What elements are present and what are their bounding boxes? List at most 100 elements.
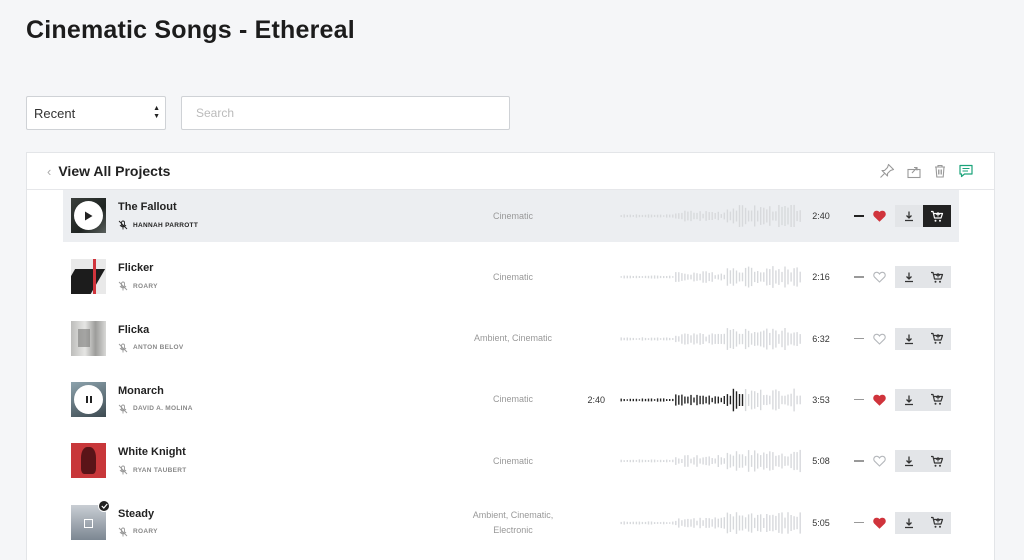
genre-tag[interactable]: Cinematic [493,272,533,282]
view-all-projects-link[interactable]: ‹ View All Projects [47,163,170,179]
play-icon [85,211,93,220]
track-row[interactable]: Flicka ANTON BELOV Ambient, Cinematic 6:32 [63,313,959,365]
track-row[interactable]: Monarch DAVID A. MOLINA Cinematic 2:40 3:53 [63,374,959,426]
track-artist[interactable]: DAVID A. MOLINA [118,404,193,414]
panel-header: ‹ View All Projects [27,153,994,190]
sort-dropdown[interactable]: Recent ▲ ▼ [26,96,166,130]
track-row[interactable]: Flicker ROARY Cinematic 2:16 [63,251,959,303]
heart-filled-icon[interactable] [873,210,886,222]
trash-icon[interactable] [932,163,948,179]
sort-dropdown-value: Recent [34,105,76,121]
genre-tag[interactable]: Ambient, Cinematic, [473,510,554,520]
album-art[interactable] [71,259,106,295]
download-icon [905,272,913,283]
artist-name: HANNAH PARROTT [133,221,199,229]
waveform[interactable] [620,388,802,412]
track-row[interactable]: The Fallout HANNAH PARROTT Cinematic 2:40 [63,190,959,242]
pause-button[interactable] [71,382,106,417]
track-title[interactable]: Flicka [118,324,149,336]
genre-list: Cinematic [453,190,573,242]
track-duration: 3:53 [812,394,830,405]
remove-from-project-button[interactable] [854,215,864,217]
download-button[interactable] [895,388,923,411]
genre-tag[interactable]: Electronic [493,525,533,535]
artist-name: RYAN TAUBERT [133,466,187,474]
track-artist[interactable]: RYAN TAUBERT [118,465,187,475]
track-artist[interactable]: ROARY [118,527,158,537]
waveform[interactable] [620,265,802,289]
heart-filled-icon[interactable] [873,394,886,406]
add-to-cart-button[interactable] [923,327,951,350]
remove-from-project-button[interactable] [854,337,864,340]
track-duration: 6:32 [812,333,830,344]
artist-name: ROARY [133,282,158,290]
add-to-cart-button[interactable] [923,511,951,534]
track-duration: 2:40 [812,211,830,221]
add-to-cart-button[interactable] [923,450,951,473]
add-to-cart-button[interactable] [923,388,951,411]
download-icon [905,211,913,222]
track-title[interactable]: Monarch [118,385,164,397]
track-title[interactable]: White Knight [118,446,186,458]
elapsed-time: 2:40 [587,394,605,405]
tracks-panel: ‹ View All Projects The Fallout HANNAH PA… [26,152,995,560]
waveform[interactable] [620,204,802,228]
add-to-cart-icon [931,210,944,222]
share-icon[interactable] [906,163,922,179]
genre-tag[interactable]: Cinematic [493,211,533,221]
waveform[interactable] [620,511,802,535]
track-duration: 5:08 [812,456,830,467]
add-to-cart-button[interactable] [923,266,951,289]
album-art[interactable] [71,198,106,233]
genre-tag[interactable]: Ambient, Cinematic [474,333,552,343]
heart-filled-icon[interactable] [873,517,886,529]
download-icon [905,518,913,528]
track-artist[interactable]: ROARY [118,281,158,291]
track-row[interactable]: White Knight RYAN TAUBERT Cinematic 5:08 [63,435,959,487]
artist-name: ANTON BELOV [133,344,184,352]
genre-list: Cinematic [453,251,573,303]
genre-list: Cinematic [453,435,573,487]
genre-tag[interactable]: Cinematic [493,394,533,404]
remove-from-project-button[interactable] [854,398,864,401]
search-input[interactable] [181,96,510,130]
album-art[interactable] [71,320,106,356]
chevron-left-icon: ‹ [47,163,52,179]
remove-from-project-button[interactable] [854,521,864,523]
download-button[interactable] [895,511,923,534]
add-to-cart-button[interactable] [923,205,951,227]
track-row[interactable]: Steady ROARY Ambient, Cinematic, Electronic… [63,497,959,549]
add-to-cart-icon [931,271,944,283]
selected-check-icon [98,499,110,512]
download-button[interactable] [895,450,923,473]
comment-icon[interactable] [958,163,974,179]
sort-arrows-icon: ▲ ▼ [153,105,160,120]
pin-icon[interactable] [879,163,895,179]
remove-from-project-button[interactable] [854,276,864,278]
track-title[interactable]: Flicker [118,262,153,274]
genre-list: Cinematic [453,374,573,426]
download-button[interactable] [895,327,923,350]
track-title[interactable]: The Fallout [118,201,177,213]
genre-tag[interactable]: Cinematic [493,456,533,466]
artist-mic-icon [118,343,128,353]
album-art[interactable] [71,443,106,479]
add-to-cart-icon [931,332,944,344]
track-title[interactable]: Steady [118,508,154,520]
waveform[interactable] [620,327,802,351]
heart-icon[interactable] [873,333,886,345]
track-artist[interactable]: HANNAH PARROTT [118,220,198,230]
waveform[interactable] [620,449,802,473]
remove-from-project-button[interactable] [854,460,864,462]
play-button[interactable] [71,198,106,233]
heart-icon[interactable] [873,455,886,467]
download-icon [905,456,913,467]
track-artist[interactable]: ANTON BELOV [118,343,184,353]
heart-icon[interactable] [873,271,886,284]
track-duration: 5:05 [812,517,830,528]
download-button[interactable] [895,205,923,227]
album-art[interactable] [71,381,106,417]
back-label: View All Projects [58,163,171,179]
download-button[interactable] [895,266,923,289]
add-to-cart-icon [931,455,944,467]
